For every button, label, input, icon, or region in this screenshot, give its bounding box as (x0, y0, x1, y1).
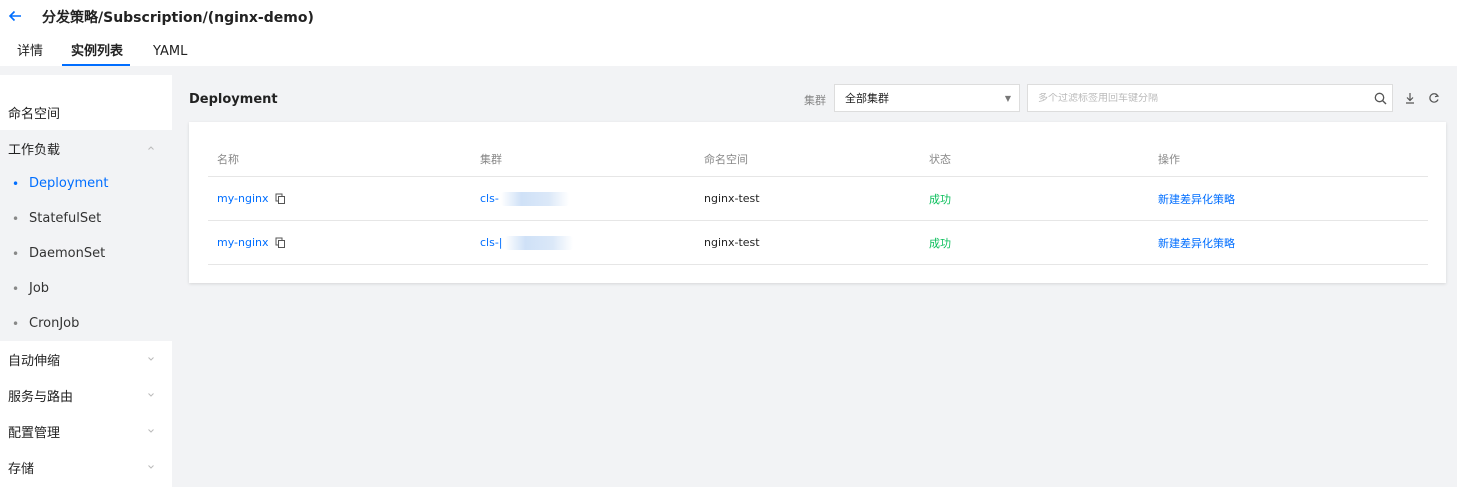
sidebar-item-label: 配置管理 (8, 425, 61, 441)
instance-table-card: 名称 集群 命名空间 状态 操作 my-nginx cls- nginx-tes… (189, 122, 1446, 283)
tab-details[interactable]: 详情 (17, 42, 43, 66)
bullet-icon: • (12, 211, 20, 226)
create-differentiation-policy-link[interactable]: 新建差异化策略 (1158, 235, 1235, 251)
copy-icon[interactable] (275, 193, 286, 204)
search-icon[interactable] (1372, 90, 1388, 106)
tab-instance-list[interactable]: 实例列表 (62, 42, 131, 66)
sidebar-item-storage[interactable]: 存储 (0, 449, 172, 485)
table-row: my-nginx cls- nginx-test 成功 新建差异化策略 (208, 177, 1428, 221)
status-badge: 成功 (929, 192, 951, 206)
sidebar: 命名空间 工作负载 • Deployment • StatefulSet • Daem… (0, 75, 172, 487)
cluster-select[interactable]: 全部集群 ▼ (834, 84, 1020, 112)
sidebar-item-label: Job (29, 281, 50, 296)
sidebar-item-label: 工作负载 (8, 142, 61, 158)
sidebar-item-config-management[interactable]: 配置管理 (0, 413, 172, 449)
column-header-actions: 操作 (1158, 153, 1180, 166)
cluster-cell: cls-| (480, 221, 573, 264)
name-cell: my-nginx (217, 177, 286, 220)
bullet-icon: • (12, 316, 20, 331)
caret-down-icon: ▼ (1004, 93, 1011, 103)
content-title: Deployment (189, 92, 278, 107)
cluster-link[interactable]: cls-| (480, 236, 503, 249)
bullet-icon: • (12, 176, 20, 191)
sidebar-item-job[interactable]: • Job (0, 271, 172, 306)
tag-filter-search (1027, 84, 1393, 112)
sidebar-item-label: 服务与路由 (8, 389, 74, 405)
refresh-icon[interactable] (1426, 90, 1442, 106)
namespace-cell: nginx-test (704, 192, 760, 205)
action-cell: 新建差异化策略 (1158, 221, 1235, 264)
action-cell: 新建差异化策略 (1158, 177, 1235, 220)
top-bar: 分发策略/Subscription/(nginx-demo) 详情 实例列表 Y… (0, 0, 1457, 66)
name-cell: my-nginx (217, 221, 286, 264)
sidebar-item-deployment[interactable]: • Deployment (0, 166, 172, 201)
sidebar-item-services-routing[interactable]: 服务与路由 (0, 377, 172, 413)
back-arrow-icon[interactable] (8, 9, 24, 25)
sidebar-item-label: CronJob (29, 316, 80, 331)
chevron-up-icon (147, 144, 155, 152)
column-header-cluster: 集群 (480, 153, 502, 166)
chevron-down-icon (147, 427, 155, 435)
redacted-cluster-id (504, 235, 573, 250)
bullet-icon: • (12, 246, 20, 261)
search-input[interactable] (1038, 92, 1372, 104)
workloads-submenu: • Deployment • StatefulSet • DaemonSet • Job… (0, 166, 172, 341)
redacted-cluster-id (500, 191, 569, 206)
sidebar-item-daemonset[interactable]: • DaemonSet (0, 236, 172, 271)
sidebar-item-namespace[interactable]: 命名空间 (0, 94, 172, 130)
instance-table: 名称 集群 命名空间 状态 操作 my-nginx cls- nginx-tes… (208, 142, 1428, 265)
status-badge: 成功 (929, 236, 951, 250)
title-row: 分发策略/Subscription/(nginx-demo) (8, 7, 314, 27)
cluster-cell: cls- (480, 177, 569, 220)
tab-bar: 详情 实例列表 YAML (0, 42, 187, 66)
column-header-namespace: 命名空间 (704, 153, 748, 166)
cluster-filter-label: 集群 (804, 94, 826, 107)
sidebar-item-label: 自动伸缩 (8, 353, 61, 369)
sidebar-item-workloads[interactable]: 工作负载 (0, 130, 172, 166)
bullet-icon: • (12, 281, 20, 296)
namespace-cell: nginx-test (704, 236, 760, 249)
copy-icon[interactable] (275, 237, 286, 248)
chevron-down-icon (147, 391, 155, 399)
create-differentiation-policy-link[interactable]: 新建差异化策略 (1158, 191, 1235, 207)
page-title: 分发策略/Subscription/(nginx-demo) (42, 10, 314, 26)
download-icon[interactable] (1402, 90, 1418, 106)
cluster-link[interactable]: cls- (480, 192, 499, 205)
chevron-down-icon (147, 463, 155, 471)
cluster-select-value: 全部集群 (845, 92, 889, 105)
sidebar-item-label: Deployment (29, 176, 109, 191)
deployment-name-link[interactable]: my-nginx (217, 236, 269, 249)
sidebar-item-label: 存储 (8, 461, 35, 477)
sidebar-item-autoscaling[interactable]: 自动伸缩 (0, 341, 172, 377)
tab-yaml[interactable]: YAML (153, 42, 187, 66)
column-header-status: 状态 (929, 153, 951, 166)
chevron-down-icon (147, 355, 155, 363)
deployment-name-link[interactable]: my-nginx (217, 192, 269, 205)
table-header-row: 名称 集群 命名空间 状态 操作 (208, 142, 1428, 177)
table-row: my-nginx cls-| nginx-test 成功 新建差异化策略 (208, 221, 1428, 265)
sidebar-item-cronjob[interactable]: • CronJob (0, 306, 172, 341)
sidebar-item-label: 命名空间 (8, 106, 61, 122)
sidebar-item-label: DaemonSet (29, 246, 106, 261)
sidebar-item-statefulset[interactable]: • StatefulSet (0, 201, 172, 236)
sidebar-item-label: StatefulSet (29, 211, 102, 226)
column-header-name: 名称 (217, 153, 239, 166)
